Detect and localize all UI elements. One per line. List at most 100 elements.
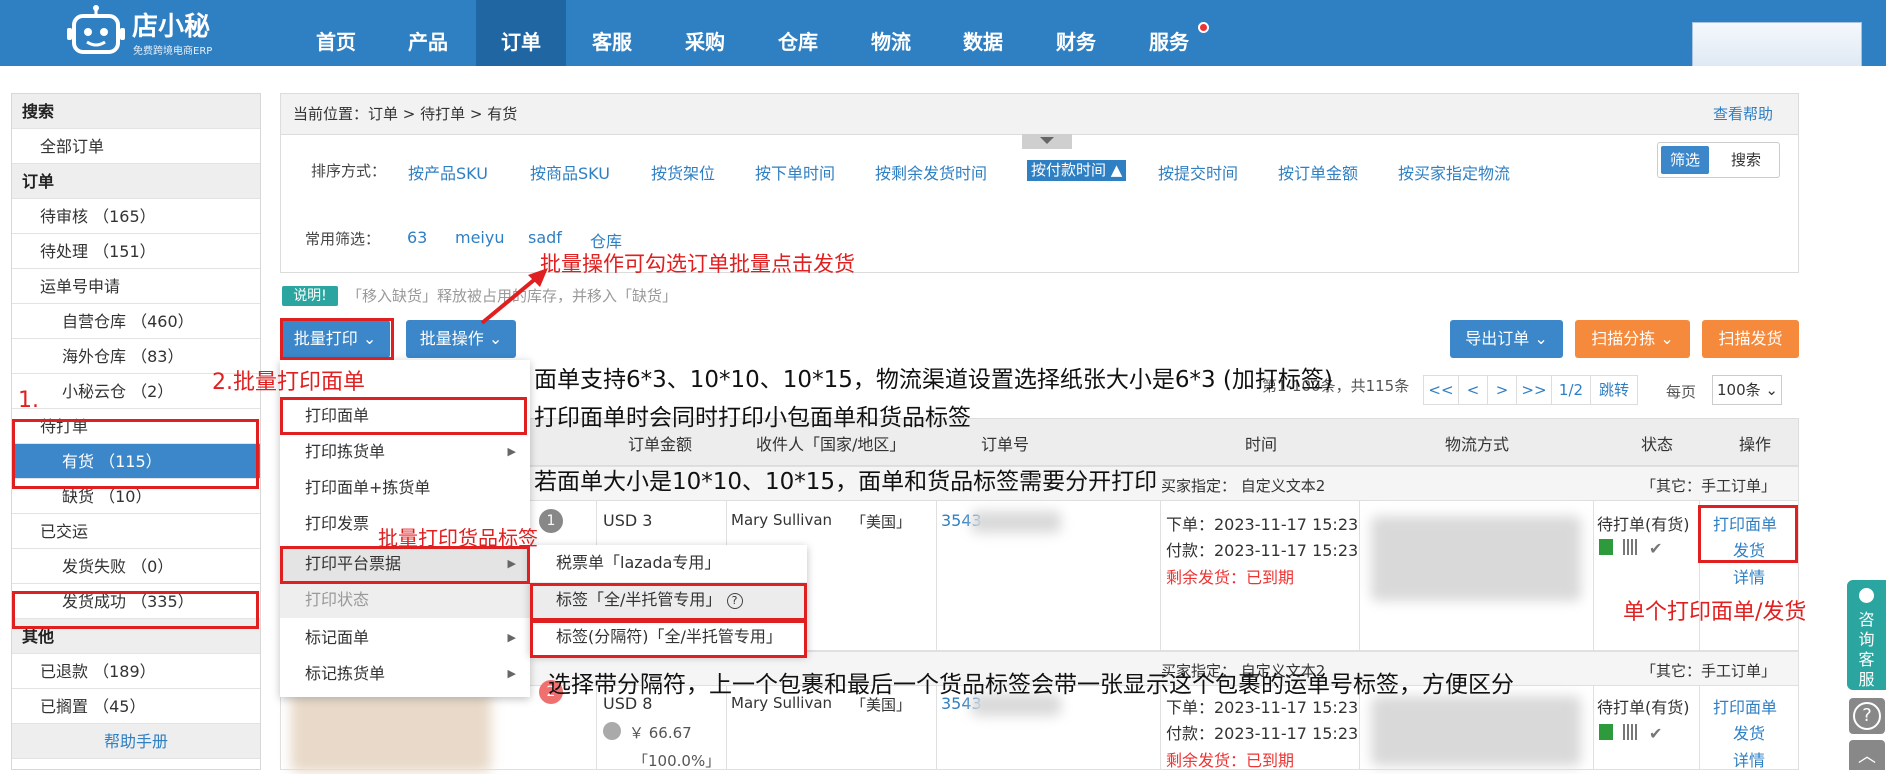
pager-first[interactable]: << [1423, 375, 1459, 405]
scan-ship-button[interactable]: 扫描发货 [1702, 320, 1799, 358]
sort-by-shelf[interactable]: 按货架位 [651, 160, 715, 184]
barcode-icon [1623, 724, 1639, 740]
breadcrumb-path[interactable]: 订单 > 待打单 > 有货 [368, 105, 517, 123]
collapse-toggle-icon[interactable] [1022, 134, 1072, 149]
recipient-name: Mary Sullivan [731, 511, 833, 529]
menu-print-picking[interactable]: 打印拣货单 ▶ [280, 434, 530, 470]
sort-by-order-time[interactable]: 按下单时间 [755, 160, 835, 184]
ship-link[interactable]: 发货 [1733, 720, 1765, 744]
view-help-link[interactable]: 查看帮助 [1713, 94, 1773, 134]
sort-by-product-sku[interactable]: 按产品SKU [408, 160, 488, 184]
nav-logistics[interactable]: 物流 [855, 0, 927, 66]
pay-time: 付款：2023-11-17 15:23 [1166, 541, 1359, 560]
sort-by-payment-time-active[interactable]: 按付款时间 ▲ [1027, 160, 1127, 181]
sidebar-item-ship-failed[interactable]: 发货失败 （0） [12, 549, 260, 584]
blurred-logistics [1371, 696, 1581, 766]
sort-by-remaining-time[interactable]: 按剩余发货时间 [875, 160, 987, 184]
nav-customer-service[interactable]: 客服 [576, 0, 648, 66]
logo-subtitle: 免费跨境电商ERP [133, 46, 213, 57]
help-button[interactable]: ? [1849, 698, 1885, 734]
detail-link[interactable]: 详情 [1733, 564, 1765, 588]
breadcrumb: 当前位置：订单 > 待打单 > 有货 查看帮助 [280, 93, 1799, 135]
annotation-box-submenu-label [530, 583, 807, 621]
sidebar-head-orders: 订单 [12, 164, 260, 199]
menu-item-label: 标记拣货单 [305, 664, 386, 683]
col-recipient: 收件人「国家/地区」 [756, 435, 906, 454]
print-label-link[interactable]: 打印面单 [1713, 694, 1777, 718]
annotation-box-print-label [280, 397, 527, 435]
common-filter-meiyu[interactable]: meiyu [455, 228, 504, 247]
nav-orders[interactable]: 订单 [476, 0, 566, 66]
pager-next[interactable]: > [1487, 375, 1517, 405]
chevron-right-icon: ▶ [507, 631, 516, 644]
sort-label: 排序方式： [311, 162, 387, 180]
pager-jump[interactable]: 跳转 [1590, 375, 1638, 405]
col-amount: 订单金额 [628, 435, 693, 454]
order-status: 待打单(有货) [1597, 515, 1690, 534]
col-status: 状态 [1641, 435, 1674, 454]
sort-by-buyer-logistics[interactable]: 按买家指定物流 [1398, 160, 1510, 184]
sidebar-item-all-orders[interactable]: 全部订单 [12, 129, 260, 164]
annotation-box-to-print [12, 419, 259, 489]
nav-products[interactable]: 产品 [392, 0, 464, 66]
annotation-size-line3: 若面单大小是10*10、10*15，面单和货品标签需要分开打印 [534, 469, 1158, 495]
menu-item-label: 打印面单+拣货单 [305, 478, 431, 497]
nav-data[interactable]: 数据 [947, 0, 1019, 66]
consult-label: 咨询客服 [1858, 610, 1875, 689]
print-status-icon [1599, 539, 1613, 555]
export-orders-button[interactable]: 导出订单 ⌄ [1450, 320, 1563, 358]
annotation-single-print: 单个打印面单/发货 [1623, 600, 1807, 625]
annotation-separator-note: 选择带分隔符，上一个包裹和最后一个货品标签会带一张显示这个包裹的运单号标签，方便… [548, 672, 1514, 698]
scan-sort-button[interactable]: 扫描分拣 ⌄ [1575, 320, 1690, 358]
sidebar-help-link[interactable]: 帮助手册 [12, 724, 260, 759]
user-account-box[interactable] [1692, 22, 1862, 66]
pay-time: 付款：2023-11-17 15:23 [1166, 724, 1359, 743]
consult-service-button[interactable]: 咨询客服 [1847, 580, 1886, 690]
chevron-right-icon: ▶ [507, 445, 516, 458]
recipient-country: 「美国」 [851, 513, 912, 531]
pager-prev[interactable]: < [1458, 375, 1488, 405]
pager-last[interactable]: >> [1516, 375, 1552, 405]
detail-link[interactable]: 详情 [1733, 747, 1765, 771]
nav-finance[interactable]: 财务 [1040, 0, 1112, 66]
sidebar-item-waybill-apply[interactable]: 运单号申请 [12, 269, 260, 304]
sort-by-goods-sku[interactable]: 按商品SKU [530, 160, 610, 184]
col-order-no: 订单号 [981, 435, 1030, 454]
sidebar-item-pending-process[interactable]: 待处理 （151） [12, 234, 260, 269]
sort-by-submit-time[interactable]: 按提交时间 [1158, 160, 1238, 184]
back-to-top-button[interactable]: ︿ [1849, 740, 1885, 770]
order-status: 待打单(有货) [1597, 698, 1690, 717]
menu-item-label: 打印状态 [305, 590, 370, 609]
submenu-tax-receipt-lazada[interactable]: 税票单「lazada专用」 [530, 545, 807, 581]
per-page-select[interactable]: 100条 ⌄ [1712, 375, 1782, 405]
nav-purchase[interactable]: 采购 [669, 0, 741, 66]
barcode-icon [1623, 539, 1639, 555]
menu-mark-label[interactable]: 标记面单 ▶ [280, 620, 530, 656]
nav-service[interactable]: 服务 [1133, 0, 1205, 66]
sort-by-order-amount[interactable]: 按订单金额 [1278, 160, 1358, 184]
robot-logo-icon[interactable] [66, 4, 126, 58]
menu-mark-picking[interactable]: 标记拣货单 ▶ [280, 656, 530, 692]
per-page-label: 每页 [1666, 383, 1697, 401]
annotation-box-ship-success [12, 591, 259, 629]
row-index-badge: 1 [539, 509, 563, 533]
filter-toggle-button[interactable]: 筛选 [1661, 146, 1709, 174]
common-filter-sadf[interactable]: sadf [528, 228, 562, 247]
nav-warehouse[interactable]: 仓库 [762, 0, 834, 66]
search-toggle-button[interactable]: 搜索 [1716, 146, 1776, 174]
sidebar-item-shelved[interactable]: 已搁置 （45） [12, 689, 260, 724]
nav-home[interactable]: 首页 [300, 0, 372, 66]
chevron-right-icon: ▶ [507, 667, 516, 680]
notification-dot [1198, 22, 1209, 33]
common-filter-63[interactable]: 63 [407, 228, 427, 247]
sidebar-item-refunded[interactable]: 已退款 （189） [12, 654, 260, 689]
sidebar-item-shipped[interactable]: 已交运 [12, 514, 260, 549]
sidebar-item-pending-review[interactable]: 待审核 （165） [12, 199, 260, 234]
menu-print-label-and-picking[interactable]: 打印面单+拣货单 [280, 470, 530, 506]
annotation-step-2: 2.批量打印面单 [212, 370, 365, 395]
check-icon: ✔ [1649, 724, 1663, 743]
chevron-up-icon: ︿ [1858, 746, 1876, 767]
filter-panel [280, 135, 1799, 273]
sidebar-item-self-warehouse[interactable]: 自营仓库 （460） [12, 304, 260, 339]
annotation-box-submenu-separator [530, 620, 807, 658]
